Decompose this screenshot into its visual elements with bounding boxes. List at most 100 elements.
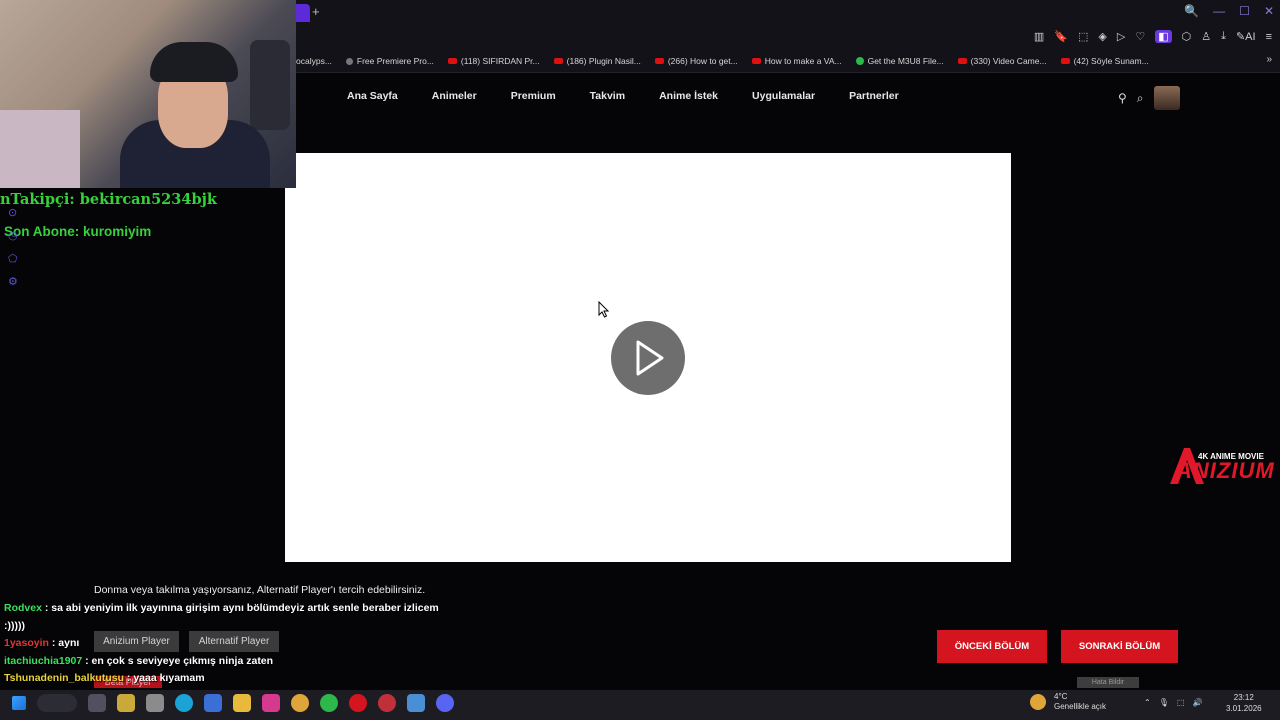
volume-icon[interactable]: 🔊: [1192, 698, 1202, 707]
folder-icon[interactable]: [233, 694, 251, 712]
next-episode-button[interactable]: SONRAKİ BÖLÜM: [1061, 630, 1178, 663]
last-follower-text: nTakipçi: bekircan5234bjk: [0, 191, 217, 208]
side-icons: ⊙ ◷ ⬠ ⚙: [8, 206, 18, 288]
ai-icon[interactable]: ✎AI: [1236, 30, 1256, 43]
chat-username[interactable]: 1yasoyin: [4, 637, 49, 649]
widget-icon[interactable]: [117, 694, 135, 712]
whatsapp-icon[interactable]: [320, 694, 338, 712]
webcam-chair: [250, 40, 290, 130]
mouse-cursor-icon: [598, 301, 610, 318]
taskbar-icons: [12, 694, 454, 712]
menu-icon[interactable]: ≡: [1266, 31, 1272, 43]
bookmark-item[interactable]: Get the M3U8 File...: [855, 56, 944, 66]
target-icon[interactable]: ⊙: [8, 206, 18, 219]
bookmark-icon[interactable]: 🔖: [1054, 30, 1068, 43]
new-tab-button[interactable]: +: [312, 4, 326, 20]
clock-time: 23:12: [1233, 693, 1254, 702]
bookmark-label: (42) Söyle Sunam...: [1073, 56, 1149, 66]
window-controls: 🔍 — ☐ ✕: [1184, 4, 1274, 18]
app-icon-1[interactable]: [146, 694, 164, 712]
close-button[interactable]: ✕: [1264, 4, 1274, 18]
bookmark-item[interactable]: (330) Video Came...: [957, 56, 1047, 66]
play-button[interactable]: [611, 321, 685, 395]
search-icon[interactable]: ⌕: [1137, 91, 1144, 106]
opera-icon[interactable]: [349, 694, 367, 712]
previous-episode-button[interactable]: ÖNCEKİ BÖLÜM: [937, 630, 1047, 663]
webcam-overlay: [0, 0, 296, 188]
minimize-button[interactable]: —: [1213, 4, 1225, 18]
bookmarks-more-icon[interactable]: »: [1266, 54, 1272, 65]
windows-start-icon[interactable]: [12, 696, 26, 710]
search-taskbar-icon[interactable]: [37, 694, 77, 712]
bookmark-label: (186) Plugin Nasil...: [566, 56, 641, 66]
nav-animeler[interactable]: Animeler: [415, 90, 494, 102]
chat-text: : aynı: [48, 637, 80, 649]
download-icon[interactable]: ⤓: [1221, 30, 1226, 43]
site-nav: Ana Sayfa Animeler Premium Takvim Anime …: [330, 90, 916, 102]
task-view-icon[interactable]: [88, 694, 106, 712]
chat-message: Rodvex : sa abi yeniyim ilk yayınına gir…: [4, 600, 444, 635]
bookmark-item[interactable]: (42) Söyle Sunam...: [1060, 56, 1149, 66]
network-icon[interactable]: ⬚: [1177, 698, 1185, 707]
app-icon-4[interactable]: [407, 694, 425, 712]
report-button[interactable]: Hata Bildir: [1077, 677, 1139, 688]
bookmark-label: (118) SIFIRDAN Pr...: [460, 56, 540, 66]
globe-icon: [855, 57, 864, 65]
search-tabs-icon[interactable]: 🔍: [1184, 4, 1199, 18]
nav-uygulamalar[interactable]: Uygulamalar: [735, 90, 832, 102]
app-icon-2[interactable]: [204, 694, 222, 712]
webcam-poster: [0, 110, 80, 188]
clock[interactable]: 23:12 3.01.2026: [1226, 692, 1262, 714]
weather-temp: 4°C: [1054, 692, 1068, 701]
chat-username[interactable]: Rodvex: [4, 602, 42, 614]
play-icon[interactable]: ▷: [1117, 30, 1125, 43]
chat-message: 1yasoyin : aynı: [4, 635, 444, 653]
microphone-icon[interactable]: 🎙: [1159, 698, 1169, 707]
extensions-icon[interactable]: ⬡: [1182, 30, 1192, 43]
bookmark-label: (330) Video Came...: [970, 56, 1047, 66]
profile-icon[interactable]: ♙: [1201, 30, 1211, 43]
clock-icon[interactable]: ◷: [8, 229, 18, 242]
tray-overflow-icon[interactable]: ⌃: [1144, 698, 1151, 707]
bookmark-item[interactable]: How to make a VA...: [751, 56, 842, 66]
nav-premium[interactable]: Premium: [494, 90, 573, 102]
clock-date: 3.01.2026: [1226, 704, 1262, 713]
youtube-icon: [654, 58, 664, 64]
youtube-icon: [1060, 58, 1070, 64]
instagram-icon[interactable]: [262, 694, 280, 712]
app-icon-3[interactable]: [378, 694, 396, 712]
last-subscriber-text: Son Abone: kuromiyim: [4, 224, 152, 239]
sidebar-icon[interactable]: ▥: [1034, 30, 1044, 43]
settings-icon[interactable]: ⚙: [8, 275, 18, 288]
weather-desc: Genellikle açık: [1054, 702, 1107, 711]
nav-home[interactable]: Ana Sayfa: [330, 90, 415, 102]
heart-icon[interactable]: ♡: [1135, 30, 1145, 43]
twitch-extension-icon[interactable]: ◧: [1155, 30, 1172, 43]
pentagon-icon[interactable]: ⬠: [8, 252, 18, 265]
bookmark-item[interactable]: (266) How to get...: [654, 56, 738, 66]
nav-partnerler[interactable]: Partnerler: [832, 90, 916, 102]
bookmark-item[interactable]: (186) Plugin Nasil...: [553, 56, 641, 66]
notification-icon[interactable]: ⚲: [1118, 91, 1127, 105]
shield-icon[interactable]: ◈: [1098, 30, 1106, 43]
chat-text: : en çok s seviyeye çıkmış ninja zaten: [82, 654, 274, 667]
weather-widget[interactable]: 4°C Genellikle açık: [1054, 692, 1106, 712]
nav-anime-istek[interactable]: Anime İstek: [642, 90, 735, 102]
edge-icon[interactable]: [175, 694, 193, 712]
bookmark-label: ocalyps...: [296, 56, 332, 66]
bookmark-item[interactable]: ocalyps...: [296, 56, 332, 66]
chat-username[interactable]: itachiuchia1907: [4, 655, 82, 667]
nav-icons: ⚲ ⌕: [1118, 86, 1180, 110]
maximize-button[interactable]: ☐: [1239, 4, 1250, 18]
screenshot-icon[interactable]: ⬚: [1078, 30, 1088, 43]
bookmark-label: Free Premiere Pro...: [356, 56, 434, 66]
bookmark-item[interactable]: (118) SIFIRDAN Pr...: [447, 56, 540, 66]
avatar[interactable]: [1153, 86, 1180, 110]
youtube-icon: [751, 58, 761, 64]
discord-icon[interactable]: [436, 694, 454, 712]
chrome-icon[interactable]: [291, 694, 309, 712]
bookmark-label: (266) How to get...: [667, 56, 738, 66]
chat-username[interactable]: Tshunadenin_balkutusu: [4, 672, 124, 684]
nav-takvim[interactable]: Takvim: [573, 90, 642, 102]
bookmark-item[interactable]: Free Premiere Pro...: [345, 56, 434, 66]
